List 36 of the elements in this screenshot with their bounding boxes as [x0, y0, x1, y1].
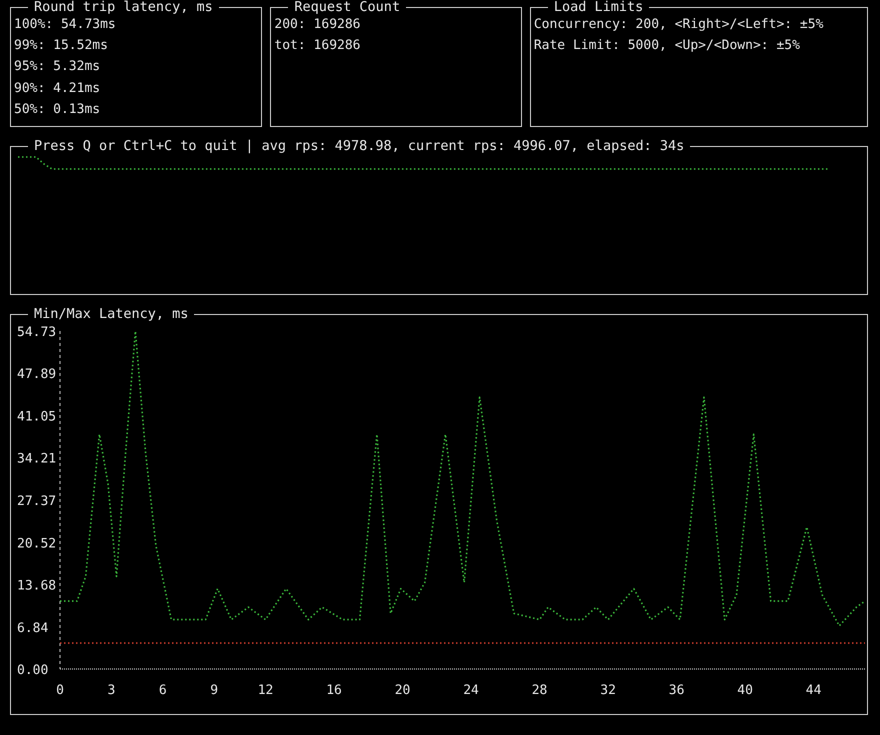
- stat-line: 100%: 54.73ms: [14, 16, 117, 34]
- y-tick-label: 47.89: [17, 367, 56, 382]
- x-tick-label: 6: [158, 683, 167, 698]
- stat-line: 99%: 15.52ms: [14, 37, 109, 56]
- x-tick-label: 9: [210, 683, 218, 698]
- x-tick-label: 16: [326, 683, 342, 698]
- y-tick-label: 20.52: [17, 536, 56, 552]
- stat-line: 200: 169286: [274, 16, 362, 34]
- x-tick-label: 0: [56, 683, 64, 698]
- y-tick-label: 13.68: [17, 578, 56, 594]
- stat-line: tot: 169286: [274, 37, 362, 56]
- x-tick-label: 32: [600, 683, 616, 698]
- y-tick-label: 0.00: [17, 663, 48, 678]
- panel-title: Request Count: [293, 0, 402, 14]
- stat-line: 90%: 4.21ms: [14, 80, 102, 98]
- y-tick-label: 6.84: [17, 620, 48, 636]
- panel-title: Min/Max Latency, ms: [33, 307, 190, 321]
- y-tick-label: 34.21: [17, 452, 56, 467]
- stat-line: Rate Limit: 5000, <Up>/<Down>: ±5%: [534, 37, 801, 56]
- x-tick-label: 36: [668, 683, 684, 698]
- x-tick-label: 40: [737, 683, 753, 698]
- x-tick-label: 28: [532, 683, 548, 698]
- panel-title: Load Limits: [552, 0, 644, 14]
- panel-title: Press Q or Ctrl+C to quit | avg rps: 4978.98, current rps: 4996.07, elapsed: 34s: [33, 139, 686, 153]
- x-tick-label: 44: [806, 683, 822, 698]
- x-tick-label: 3: [107, 683, 116, 698]
- y-tick-label: 27.37: [17, 494, 56, 509]
- x-tick-label: 20: [394, 683, 410, 698]
- y-tick-label: 54.73: [17, 325, 56, 340]
- y-tick-label: 41.05: [17, 409, 56, 424]
- stat-line: 50%: 0.13ms: [14, 100, 102, 119]
- stat-line: Concurrency: 200, <Right>/<Left>: ±5%: [534, 16, 824, 34]
- stat-line: 95%: 5.32ms: [14, 58, 102, 76]
- panel-title: Round trip latency, ms: [33, 0, 214, 14]
- x-tick-label: 24: [463, 683, 479, 698]
- x-tick-label: 12: [258, 683, 274, 698]
